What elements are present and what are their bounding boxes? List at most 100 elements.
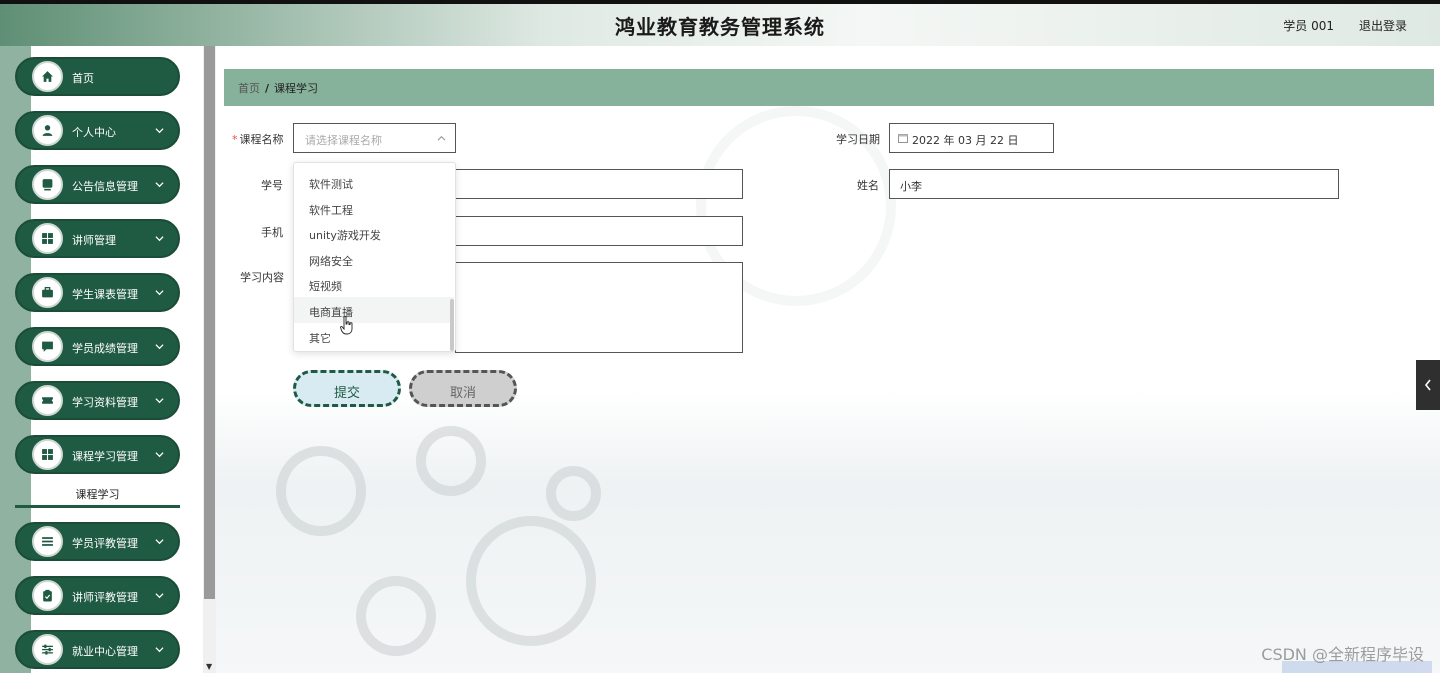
student-id-label: 学号: [261, 179, 283, 192]
sliders-icon: [42, 644, 53, 655]
background-decoration: [466, 516, 596, 646]
sidebar-scrollbar[interactable]: ▼: [203, 46, 216, 673]
background-decoration: [276, 446, 366, 536]
home-icon: [42, 71, 53, 82]
dropdown-option[interactable]: 短视频: [294, 271, 454, 297]
scrollbar-thumb[interactable]: [204, 46, 215, 599]
user-icon: [42, 125, 53, 136]
phone-input[interactable]: [455, 216, 743, 246]
chevron-down-icon: [155, 236, 164, 242]
scroll-down-arrow-icon[interactable]: ▼: [206, 662, 212, 671]
name-input[interactable]: 小李: [889, 169, 1339, 199]
dropdown-option[interactable]: 软件测试: [294, 169, 454, 195]
study-content-label: 学习内容: [240, 271, 284, 284]
sidebar-item-materials[interactable]: 学习资料管理: [15, 381, 180, 420]
dropdown-option-hovered[interactable]: 电商直播: [294, 296, 454, 323]
sidebar-item-label: 就业中心管理: [72, 645, 138, 658]
calendar-icon: [898, 134, 908, 143]
grid-icon: [42, 449, 53, 460]
sidebar-subitem-course-study[interactable]: 课程学习: [15, 483, 180, 508]
study-date-value: 2022 年 03 月 22 日: [912, 134, 1019, 147]
chevron-down-icon: [155, 182, 164, 188]
study-date-picker[interactable]: 2022 年 03 月 22 日: [889, 123, 1054, 153]
background-decoration: [416, 426, 486, 496]
chevron-down-icon: [155, 647, 164, 653]
dropdown-option[interactable]: 网络安全: [294, 246, 454, 272]
sidebar-icon-wrap: [32, 439, 63, 470]
dropdown-scrollbar[interactable]: [450, 299, 454, 351]
sidebar-item-label: 公告信息管理: [72, 180, 138, 193]
sidebar: 首页 个人中心 公告信息管理 讲师管理 学生课表管理 学员成绩管理 学习资料管理…: [0, 46, 203, 673]
breadcrumb-current: 课程学习: [274, 82, 319, 95]
course-name-label: * 课程名称: [232, 131, 284, 147]
dropdown-list: 软件测试 软件工程 unity游戏开发 网络安全 短视频 电商直播 其它: [294, 169, 454, 348]
watermark: CSDN @全新程序毕设: [1261, 645, 1424, 664]
app-title: 鸿业教育教务管理系统: [615, 15, 825, 39]
right-panel-toggle[interactable]: [1416, 360, 1440, 410]
name-label: 姓名: [857, 179, 879, 192]
sidebar-item-schedule[interactable]: 学生课表管理: [15, 273, 180, 312]
chevron-down-icon: [155, 344, 164, 350]
required-mark: *: [232, 133, 238, 146]
submit-button[interactable]: 提交: [293, 370, 401, 407]
sidebar-item-teacher-eval[interactable]: 讲师评教管理: [15, 576, 180, 615]
breadcrumb-home[interactable]: 首页: [238, 82, 260, 95]
sidebar-icon-wrap: [32, 277, 63, 308]
sidebar-item-employment[interactable]: 就业中心管理: [15, 630, 180, 669]
sidebar-item-label: 首页: [72, 72, 94, 85]
sidebar-item-label: 课程学习管理: [72, 450, 138, 463]
notice-icon: [42, 179, 53, 191]
list-icon: [42, 537, 53, 546]
current-user: 学员 001: [1283, 19, 1334, 33]
grid-icon: [42, 233, 53, 244]
sidebar-icon-wrap: [32, 385, 63, 416]
sidebar-item-label: 讲师管理: [72, 234, 116, 247]
sidebar-icon-wrap: [32, 580, 63, 611]
logout-link[interactable]: 退出登录: [1359, 17, 1407, 34]
sidebar-item-course-study[interactable]: 课程学习管理: [15, 435, 180, 474]
sidebar-item-label: 学员成绩管理: [72, 342, 138, 355]
sidebar-item-student-eval[interactable]: 学员评教管理: [15, 522, 180, 561]
dropdown-option[interactable]: 软件工程: [294, 195, 454, 221]
study-content-textarea[interactable]: [455, 262, 743, 353]
sidebar-item-profile[interactable]: 个人中心: [15, 111, 180, 150]
chevron-left-icon: [1424, 379, 1431, 391]
course-name-dropdown: 软件测试 软件工程 unity游戏开发 网络安全 短视频 电商直播 其它: [293, 162, 456, 352]
chevron-down-icon: [155, 398, 164, 404]
chevron-down-icon: [155, 593, 164, 599]
briefcase-icon: [42, 286, 53, 298]
sidebar-item-label: 学生课表管理: [72, 288, 138, 301]
sidebar-icon-wrap: [32, 61, 63, 92]
sidebar-item-label: 学习资料管理: [72, 396, 138, 409]
breadcrumb: 首页 / 课程学习: [224, 69, 1434, 106]
sidebar-item-label: 个人中心: [72, 126, 116, 139]
sidebar-icon-wrap: [32, 169, 63, 200]
clipboard-icon: [43, 589, 52, 602]
sidebar-icon-wrap: [32, 634, 63, 665]
dropdown-option[interactable]: unity游戏开发: [294, 220, 454, 246]
study-date-label: 学习日期: [836, 133, 880, 146]
sidebar-item-label: 讲师评教管理: [72, 591, 138, 604]
sidebar-item-teachers[interactable]: 讲师管理: [15, 219, 180, 258]
chevron-down-icon: [155, 452, 164, 458]
course-name-label-text: 课程名称: [239, 133, 284, 146]
chevron-down-icon: [155, 290, 164, 296]
sidebar-icon-wrap: [32, 331, 63, 362]
background-decoration: [356, 576, 436, 656]
main-content: 首页 / 课程学习 * 课程名称 请选择课程名称 学习日期 2022 年 03 月 2…: [216, 46, 1440, 673]
chevron-up-icon: [437, 135, 446, 141]
top-bar: 鸿业教育教务管理系统 学员 001 退出登录: [0, 0, 1440, 46]
phone-label: 手机: [261, 226, 283, 239]
sidebar-item-notices[interactable]: 公告信息管理: [15, 165, 180, 204]
dropdown-option[interactable]: 其它: [294, 323, 454, 349]
ticket-icon: [42, 397, 53, 404]
sidebar-item-grades[interactable]: 学员成绩管理: [15, 327, 180, 366]
student-id-input[interactable]: [455, 169, 743, 199]
cancel-button[interactable]: 取消: [409, 370, 517, 407]
course-name-placeholder: 请选择课程名称: [305, 134, 382, 147]
breadcrumb-separator: /: [265, 82, 270, 95]
sidebar-icon-wrap: [32, 115, 63, 146]
background-decoration: [546, 466, 601, 521]
sidebar-item-home[interactable]: 首页: [15, 57, 180, 96]
course-name-select[interactable]: 请选择课程名称: [293, 123, 456, 153]
